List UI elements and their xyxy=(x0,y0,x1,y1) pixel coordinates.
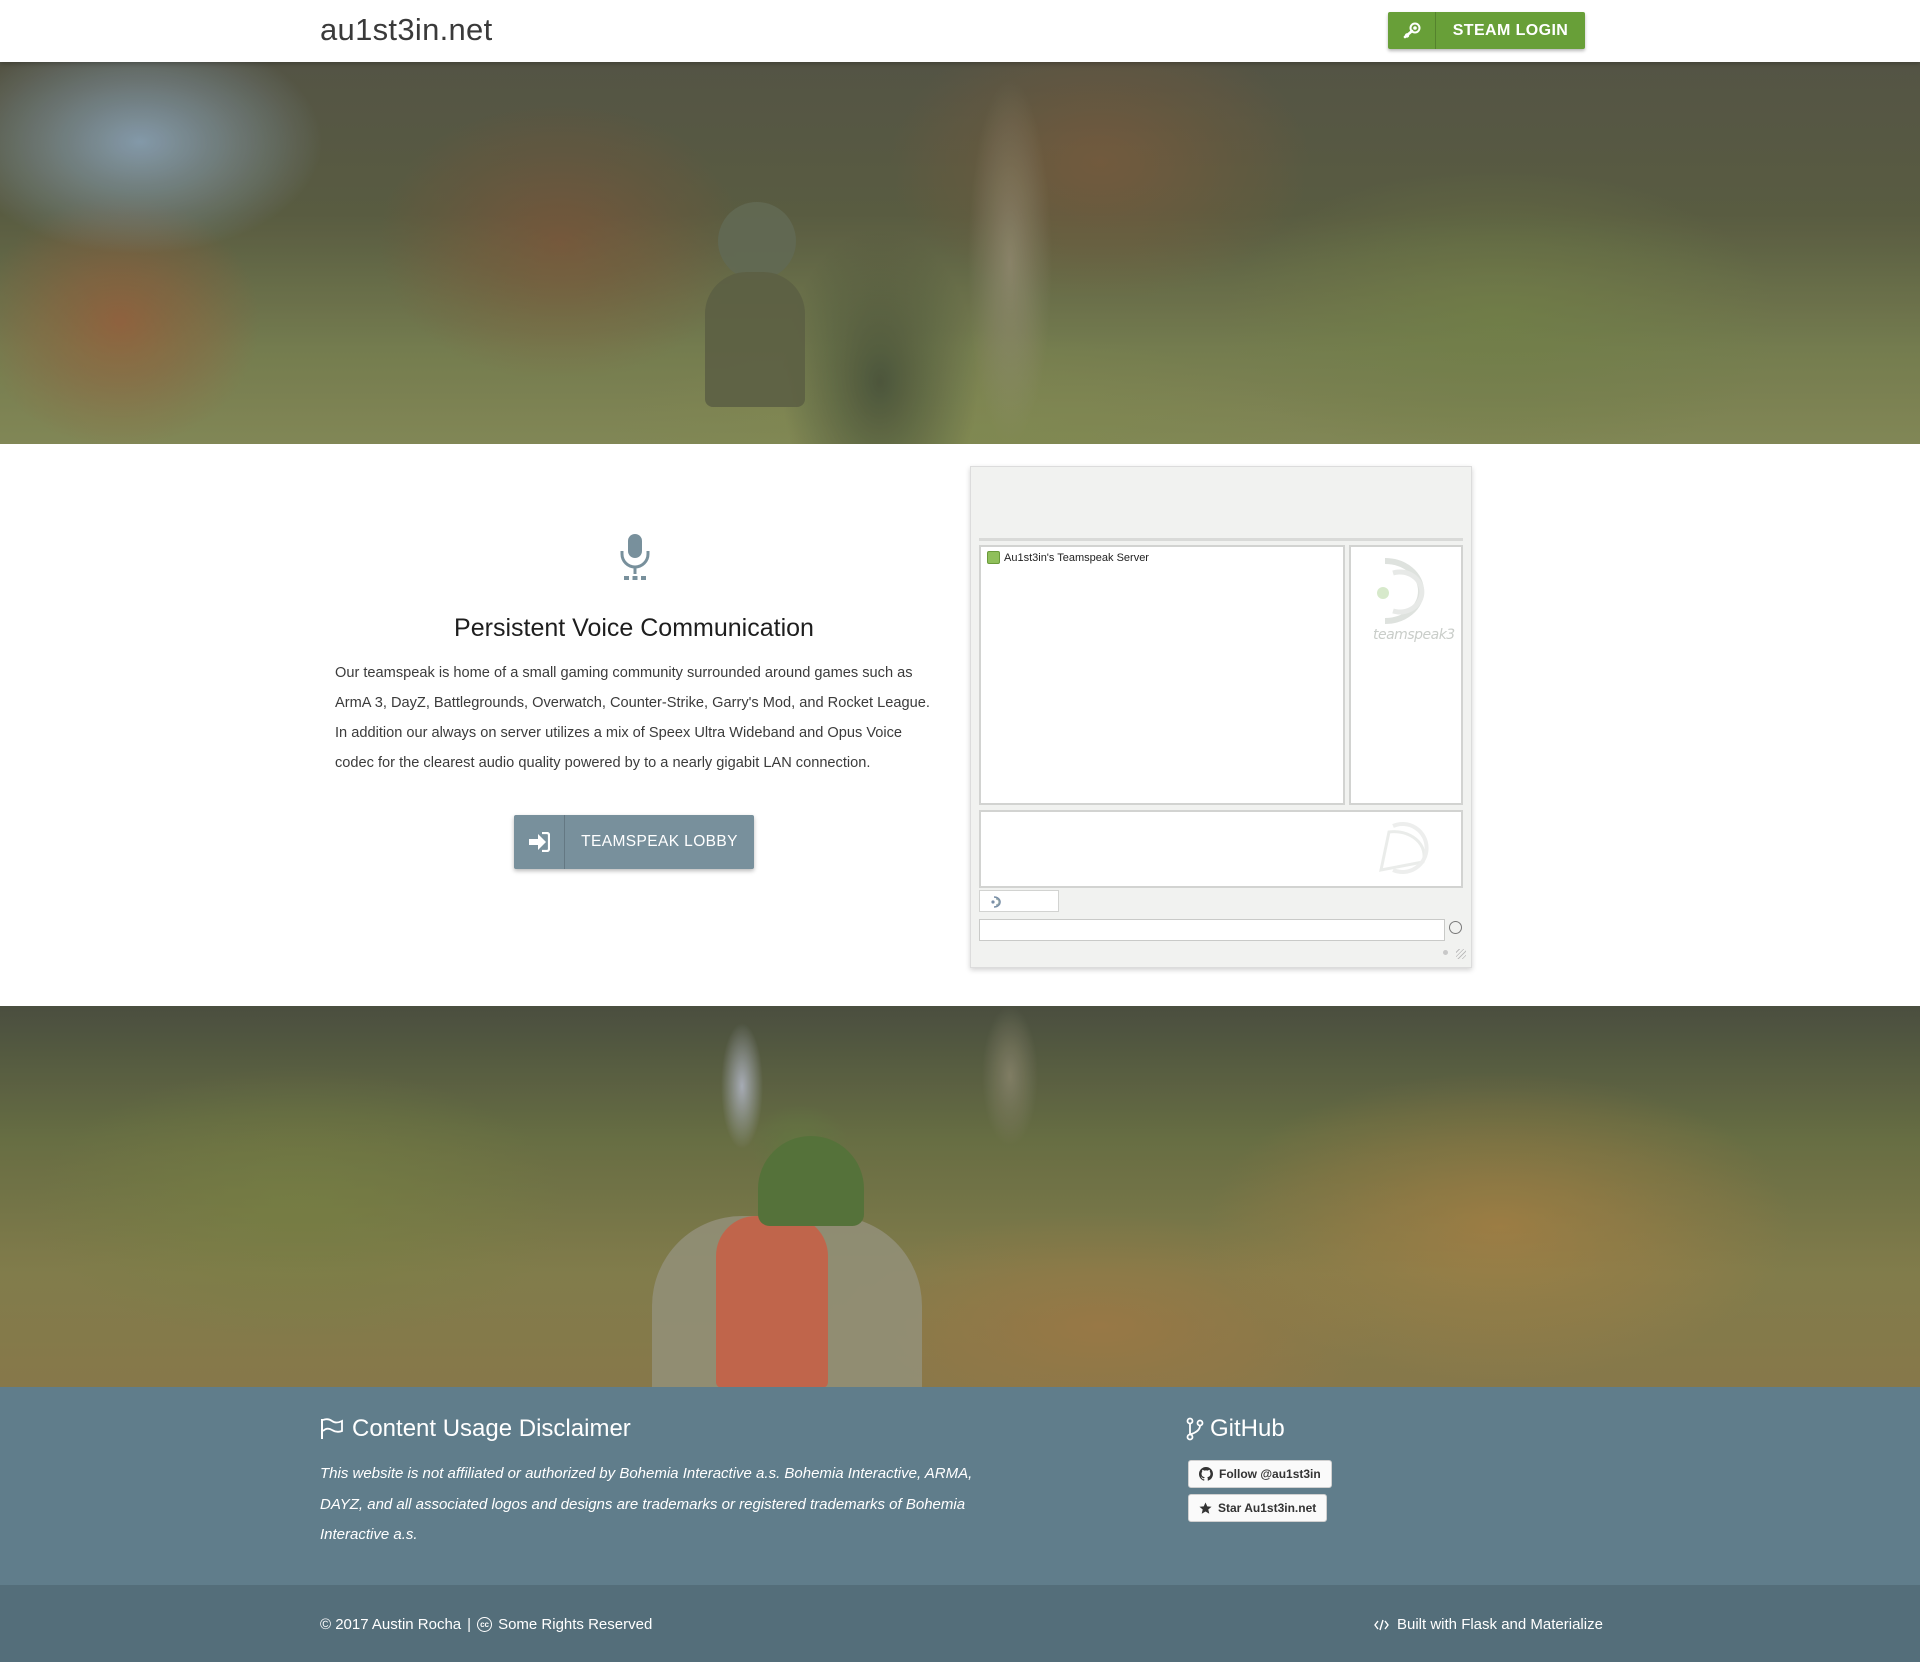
teamspeak-lobby-label: TEAMSPEAK LOBBY xyxy=(581,833,738,850)
built-with: Built with Flask and Materialize xyxy=(1374,1616,1603,1633)
hero-banner-bottom xyxy=(0,1006,1920,1388)
teamspeak-logo-text: teamspeak3 xyxy=(1373,627,1455,643)
teamspeak-tab-icon xyxy=(991,896,1001,908)
github-title: GitHub xyxy=(1210,1415,1285,1442)
steam-login-label: STEAM LOGIN xyxy=(1452,21,1569,39)
chat-tab[interactable] xyxy=(979,890,1059,912)
rights-link[interactable]: Some Rights Reserved xyxy=(498,1616,652,1633)
voice-section-title: Persistent Voice Communication xyxy=(454,614,814,642)
github-star-button[interactable]: Star Au1st3in.net xyxy=(1188,1494,1328,1522)
built-with-text[interactable]: Built with Flask and Materialize xyxy=(1397,1616,1603,1633)
channel-tree-panel: Au1st3in's Teamspeak Server xyxy=(979,545,1345,805)
top-navbar: au1st3in.net STEAM LOGIN xyxy=(0,0,1920,62)
github-follow-label: Follow @au1st3in xyxy=(1219,1467,1321,1481)
hero-figure-body xyxy=(705,272,805,407)
teamspeak-watermark-icon xyxy=(1379,822,1429,874)
teamspeak-lobby-button[interactable]: TEAMSPEAK LOBBY xyxy=(514,815,754,869)
github-heading: GitHub xyxy=(1186,1415,1285,1443)
emoji-icon[interactable] xyxy=(1449,921,1462,934)
copyright-bar xyxy=(0,1585,1920,1662)
hero-figure-helmet xyxy=(758,1136,864,1226)
status-dot-icon xyxy=(1443,950,1448,955)
microphone-icon xyxy=(615,532,655,584)
github-follow-button[interactable]: Follow @au1st3in xyxy=(1188,1460,1332,1488)
steam-login-button[interactable]: STEAM LOGIN xyxy=(1388,12,1585,49)
copyright-text: © 2017 Austin Rocha xyxy=(320,1616,462,1633)
copyright: © 2017 Austin Rocha | cc Some Rights Res… xyxy=(320,1616,652,1633)
star-icon xyxy=(1199,1501,1212,1514)
chat-input[interactable] xyxy=(979,919,1445,941)
code-icon xyxy=(1374,1619,1389,1630)
disclaimer-text: This website is not affiliated or author… xyxy=(320,1465,973,1543)
brand-logo[interactable]: au1st3in.net xyxy=(320,12,493,48)
server-name: Au1st3in's Teamspeak Server xyxy=(1004,551,1149,564)
resize-grip-icon[interactable] xyxy=(1456,949,1466,959)
hero-banner-top xyxy=(0,62,1920,444)
github-icon xyxy=(1199,1467,1213,1481)
info-panel: teamspeak3 xyxy=(1349,545,1463,805)
copyright-separator: | xyxy=(467,1616,472,1633)
flag-icon xyxy=(321,1418,343,1439)
chat-log-panel xyxy=(979,810,1463,888)
creative-commons-icon: cc xyxy=(477,1617,493,1632)
teamspeak-widget: Au1st3in's Teamspeak Server teamspeak3 xyxy=(970,466,1472,968)
github-star-label: Star Au1st3in.net xyxy=(1218,1501,1317,1515)
server-icon xyxy=(987,551,1000,564)
voice-section-description: Our teamspeak is home of a small gaming … xyxy=(335,665,930,771)
steam-icon xyxy=(1388,12,1436,49)
sign-in-icon xyxy=(514,815,565,869)
hero-figure-coat xyxy=(652,1216,922,1388)
server-entry[interactable]: Au1st3in's Teamspeak Server xyxy=(987,551,1149,564)
disclaimer-title: Content Usage Disclaimer xyxy=(352,1415,631,1442)
widget-toolbar-divider xyxy=(979,538,1463,541)
disclaimer-heading: Content Usage Disclaimer xyxy=(320,1415,631,1443)
hero-figure-backpack xyxy=(716,1216,828,1388)
hero-figure-head xyxy=(718,202,796,280)
git-branch-icon xyxy=(1186,1417,1204,1441)
